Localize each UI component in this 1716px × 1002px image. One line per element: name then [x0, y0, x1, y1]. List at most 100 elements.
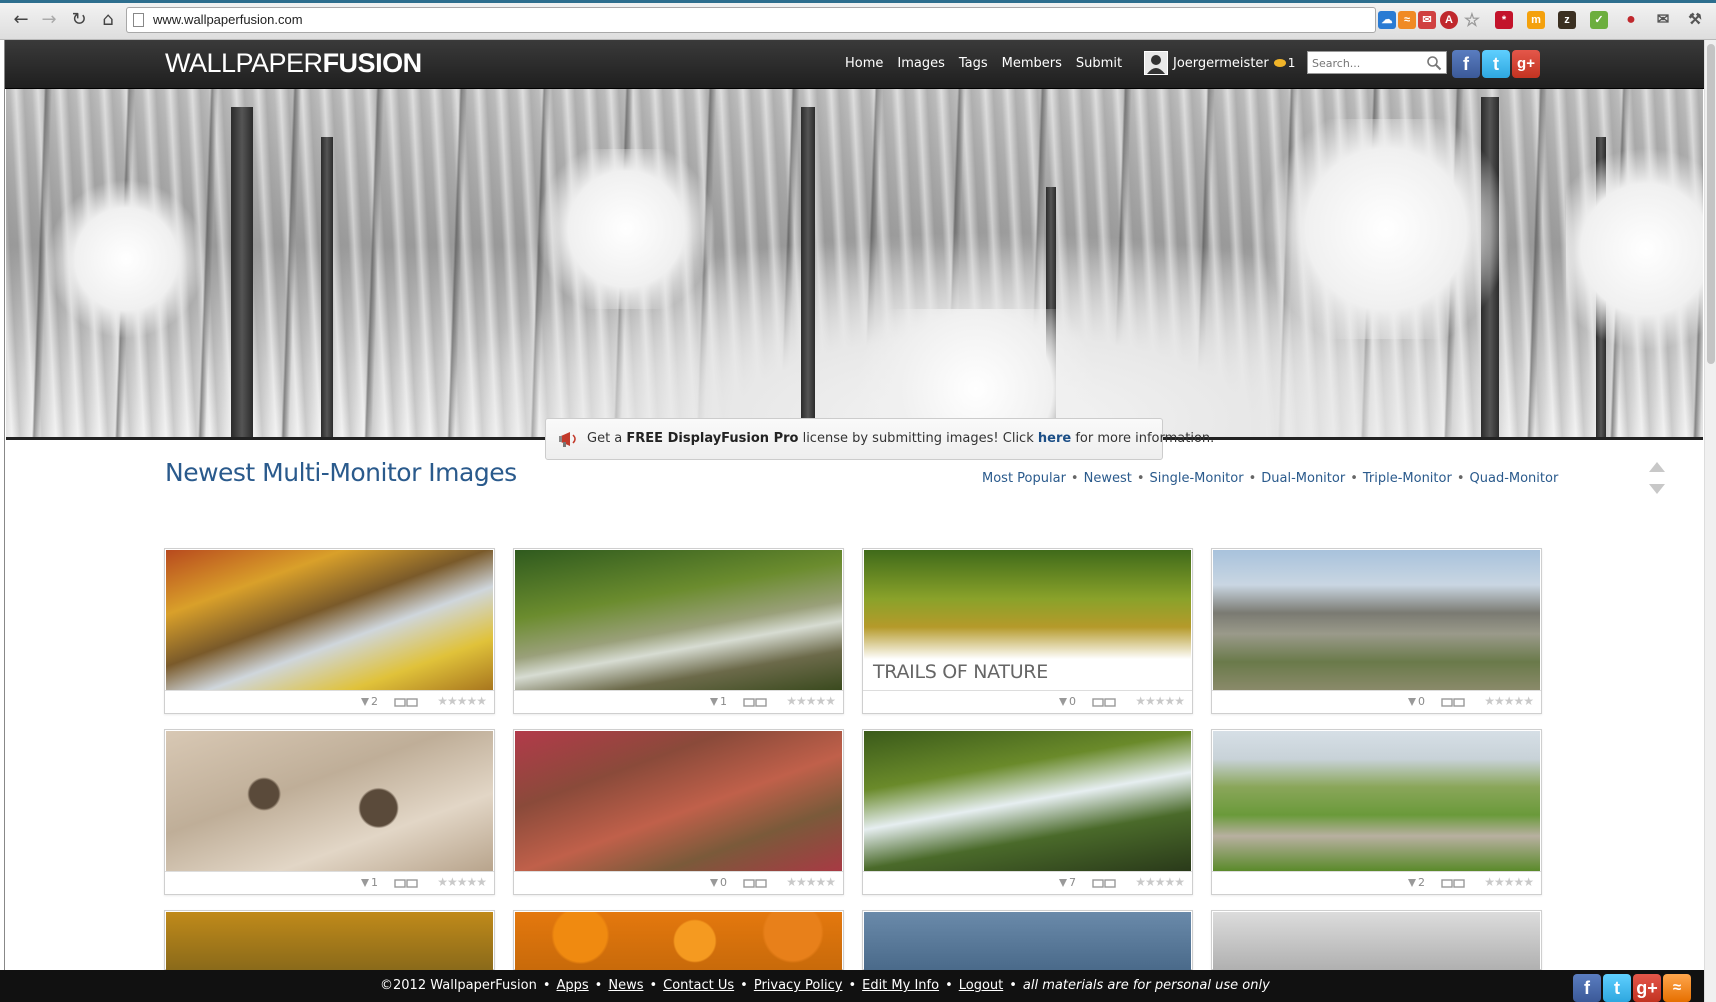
cloud-extension-icon[interactable]: ☁	[1378, 11, 1396, 29]
dot-separator: •	[1350, 471, 1358, 486]
scrollbar-thumb[interactable]	[1707, 44, 1715, 364]
snow-clump	[1246, 119, 1526, 339]
rating-stars-icon[interactable]: ★★★★★	[1484, 875, 1534, 889]
dual-monitor-icon	[394, 698, 418, 707]
search-icon[interactable]	[1426, 55, 1442, 71]
home-icon[interactable]: ⌂	[97, 9, 119, 31]
wallpaper-card[interactable]: 7 ★★★★★	[862, 729, 1193, 895]
wallpaper-card[interactable]: 2 ★★★★★	[164, 548, 495, 714]
wallpaper-thumbnail[interactable]	[1213, 550, 1540, 690]
tab-strip-edge	[0, 0, 1716, 3]
nav-images[interactable]: Images	[897, 56, 945, 71]
nav-tags[interactable]: Tags	[959, 56, 988, 71]
scroll-up-arrow-icon[interactable]	[1649, 462, 1665, 472]
filter-dual-monitor[interactable]: Dual-Monitor	[1261, 471, 1345, 486]
filter-newest[interactable]: Newest	[1084, 471, 1132, 486]
bookmark-star-icon[interactable]: ☆	[1463, 11, 1481, 29]
search-input[interactable]	[1308, 53, 1418, 74]
wallpaper-card[interactable]: 1 ★★★★★	[164, 729, 495, 895]
wallpaper-thumbnail[interactable]	[515, 731, 842, 871]
rating-stars-icon[interactable]: ★★★★★	[437, 694, 487, 708]
rss-extension-icon[interactable]: ≈	[1398, 11, 1416, 29]
envelope-icon[interactable]: ✉	[1654, 11, 1672, 29]
address-url[interactable]: www.wallpaperfusion.com	[153, 12, 303, 27]
filter-single-monitor[interactable]: Single-Monitor	[1150, 471, 1244, 486]
lastpass-icon[interactable]: *	[1495, 11, 1513, 29]
tree-trunk	[801, 107, 815, 437]
rating-stars-icon[interactable]: ★★★★★	[786, 694, 836, 708]
wallpaper-thumbnail[interactable]	[166, 912, 493, 970]
rating-stars-icon[interactable]: ★★★★★	[1484, 694, 1534, 708]
z-extension-icon[interactable]: z	[1558, 11, 1576, 29]
mail-extension-icon[interactable]: ✉	[1418, 11, 1436, 29]
nav-submit[interactable]: Submit	[1076, 56, 1122, 71]
download-count: 7	[1059, 876, 1076, 889]
back-icon[interactable]: ←	[10, 9, 32, 31]
footer-apps[interactable]: Apps	[557, 978, 589, 993]
footer-facebook-icon[interactable]: f	[1573, 974, 1601, 1002]
forward-icon[interactable]: →	[38, 9, 60, 31]
evernote-icon[interactable]: ✓	[1590, 11, 1608, 29]
wallpaper-thumbnail[interactable]	[864, 731, 1191, 871]
wallpaper-card[interactable]: 1 ★★★★★	[513, 548, 844, 714]
wallpaper-card[interactable]: TRAILS OF NATURE 0 ★★★★★	[862, 548, 1193, 714]
wallpaper-thumbnail[interactable]	[515, 550, 842, 690]
wallpaper-card[interactable]	[513, 910, 844, 970]
promo-here-link[interactable]: here	[1038, 431, 1071, 446]
promo-mid: license by submitting images! Click	[798, 431, 1038, 446]
card-meta: 2 ★★★★★	[165, 690, 494, 713]
m-extension-icon[interactable]: m	[1527, 11, 1545, 29]
dot-separator: •	[848, 978, 857, 993]
footer-news[interactable]: News	[608, 978, 643, 993]
footer-logout[interactable]: Logout	[959, 978, 1004, 993]
filter-triple-monitor[interactable]: Triple-Monitor	[1363, 471, 1452, 486]
footer-edit-info[interactable]: Edit My Info	[862, 978, 939, 993]
page-scrollbar[interactable]	[1704, 40, 1716, 1002]
logo-bold-text: FUSION	[322, 48, 423, 78]
address-bar[interactable]: www.wallpaperfusion.com	[126, 7, 1376, 33]
nav-home[interactable]: Home	[845, 56, 883, 71]
wallpaper-card[interactable]: 0 ★★★★★	[513, 729, 844, 895]
adblock-icon[interactable]: A	[1440, 11, 1458, 29]
wallpaper-thumbnail[interactable]	[1213, 731, 1540, 871]
wallpaper-card[interactable]: 2 ★★★★★	[1211, 729, 1542, 895]
wallpaper-thumbnail[interactable]	[864, 912, 1191, 970]
download-count-value: 0	[1069, 695, 1076, 708]
wallpaper-thumbnail[interactable]	[166, 731, 493, 871]
rating-stars-icon[interactable]: ★★★★★	[1135, 694, 1185, 708]
pin-extension-icon[interactable]: ●	[1622, 11, 1640, 29]
wallpaper-card[interactable]	[1211, 910, 1542, 970]
rating-stars-icon[interactable]: ★★★★★	[1135, 875, 1185, 889]
username[interactable]: Joergermeister	[1173, 56, 1269, 71]
site-footer: ©2012 WallpaperFusion • Apps • News • Contact …	[0, 970, 1716, 1002]
footer-privacy[interactable]: Privacy Policy	[754, 978, 843, 993]
download-count-value: 2	[1418, 876, 1425, 889]
carousel-arrows	[1649, 462, 1665, 506]
nav-members[interactable]: Members	[1002, 56, 1062, 71]
avatar[interactable]	[1144, 51, 1168, 75]
reload-icon[interactable]: ↻	[68, 9, 90, 31]
wallpaper-thumbnail[interactable]	[166, 550, 493, 690]
facebook-icon[interactable]: f	[1452, 50, 1480, 78]
wallpaper-card[interactable]: 0 ★★★★★	[1211, 548, 1542, 714]
user-menu[interactable]: Joergermeister 1	[1144, 51, 1295, 75]
scroll-down-arrow-icon[interactable]	[1649, 484, 1665, 494]
footer-contact[interactable]: Contact Us	[663, 978, 734, 993]
dual-monitor-icon	[1092, 879, 1116, 888]
footer-twitter-icon[interactable]: t	[1603, 974, 1631, 1002]
wallpaper-card[interactable]	[862, 910, 1193, 970]
rating-stars-icon[interactable]: ★★★★★	[437, 875, 487, 889]
wallpaper-card[interactable]	[164, 910, 495, 970]
footer-google-plus-icon[interactable]: g+	[1633, 974, 1661, 1002]
filter-most-popular[interactable]: Most Popular	[982, 471, 1066, 486]
filter-quad-monitor[interactable]: Quad-Monitor	[1470, 471, 1559, 486]
megaphone-icon	[559, 432, 576, 447]
site-logo[interactable]: WALLPAPERFUSION	[165, 48, 422, 79]
rating-stars-icon[interactable]: ★★★★★	[786, 875, 836, 889]
footer-rss-icon[interactable]: ≈	[1663, 974, 1691, 1002]
wallpaper-thumbnail[interactable]	[1213, 912, 1540, 970]
twitter-icon[interactable]: t	[1482, 50, 1510, 78]
wallpaper-thumbnail[interactable]	[515, 912, 842, 970]
google-plus-icon[interactable]: g+	[1512, 50, 1540, 78]
wrench-icon[interactable]: ⚒	[1686, 11, 1704, 29]
